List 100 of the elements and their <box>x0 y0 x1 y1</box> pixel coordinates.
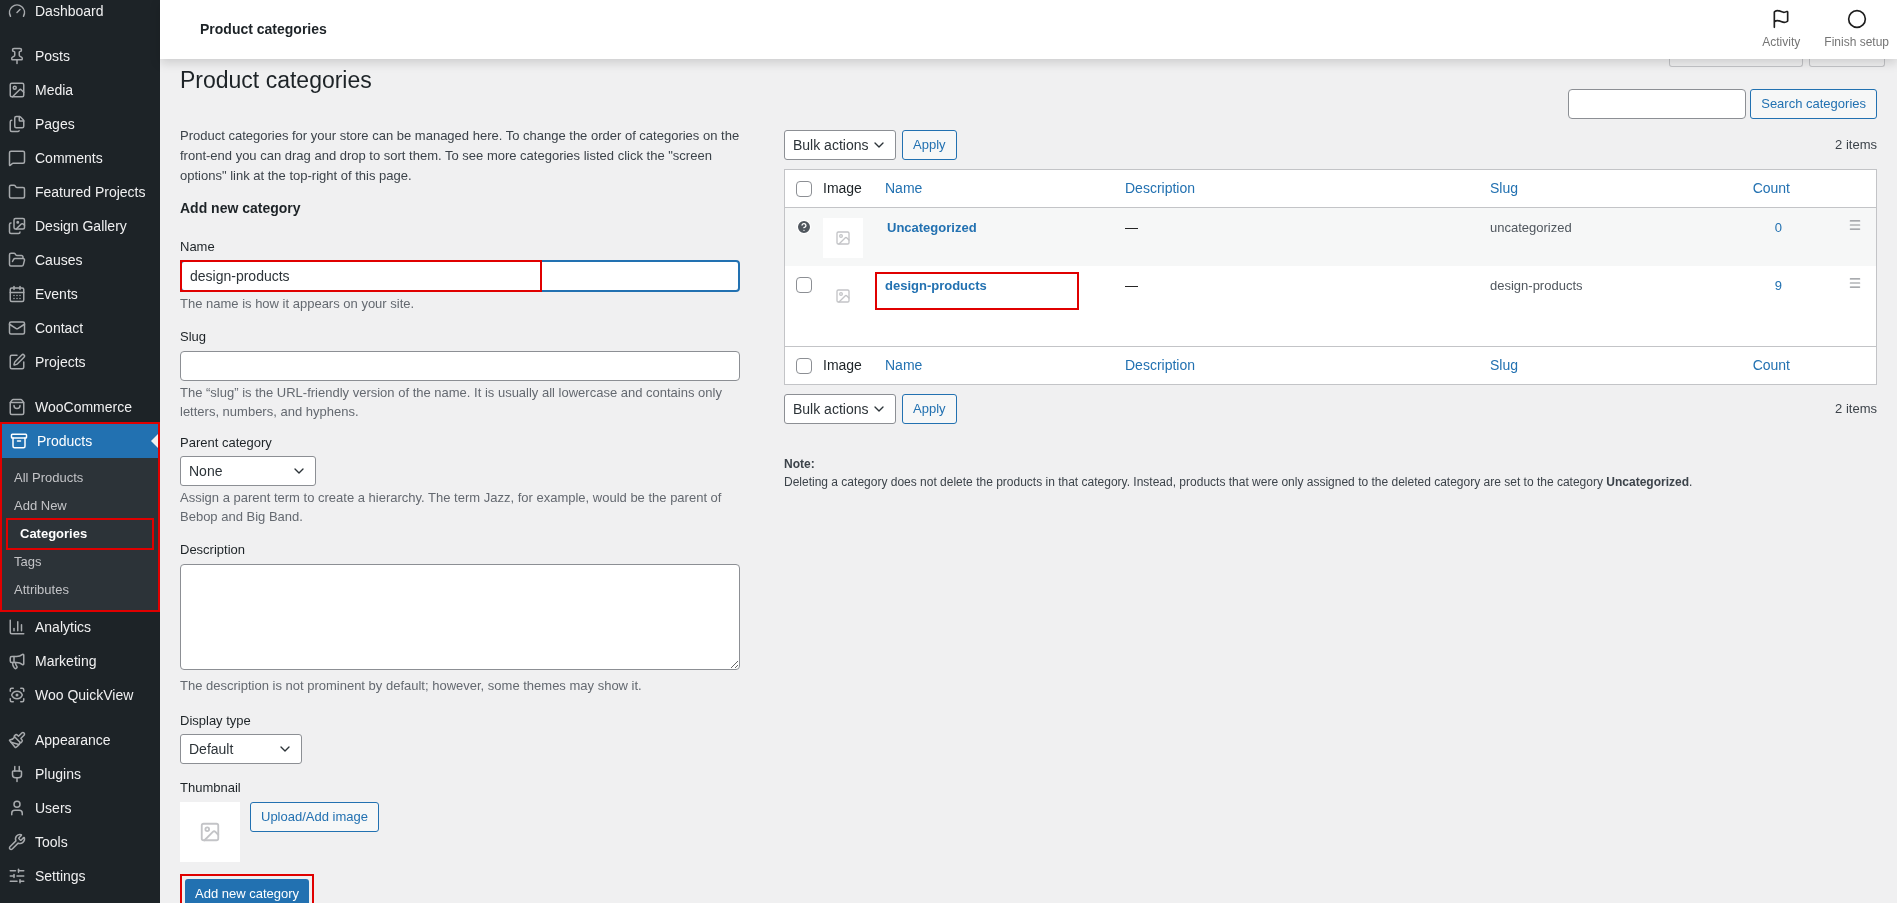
field-label: Slug <box>180 328 208 346</box>
megaphone-icon <box>8 652 26 670</box>
user-icon <box>8 799 26 817</box>
sidebar-item[interactable]: Plugins <box>0 757 160 791</box>
table-cell: — <box>1125 220 1138 235</box>
sidebar-item[interactable]: Woo QuickView <box>0 678 160 712</box>
sidebar-item[interactable]: Contact <box>0 311 160 345</box>
column-header[interactable]: Description <box>1125 180 1196 196</box>
select-all-checkbox[interactable] <box>796 180 812 197</box>
sidebar-item[interactable]: Featured Projects <box>0 175 160 209</box>
sidebar-item[interactable]: Design Gallery <box>0 209 160 243</box>
column-header[interactable]: Slug <box>1490 357 1519 373</box>
pointer-icon <box>151 434 158 448</box>
search-button[interactable]: Search categories <box>1750 89 1877 119</box>
column-header[interactable]: Count <box>1752 355 1790 376</box>
field-hint: The name is how it appears on your site. <box>180 295 416 313</box>
sidebar-item[interactable]: Events <box>0 277 160 311</box>
sidebar-item[interactable]: WooCommerce <box>0 390 160 424</box>
column-header[interactable]: Count <box>1752 178 1790 199</box>
add-category-button[interactable]: Add new category <box>185 878 310 903</box>
screen-tab[interactable] <box>1669 57 1803 67</box>
mail-icon <box>8 319 26 337</box>
archive-icon <box>10 432 28 450</box>
sidebar-item[interactable]: Products <box>2 424 158 458</box>
sidebar-item[interactable]: Settings <box>0 859 160 893</box>
top-bar-action[interactable]: Finish setup <box>1824 8 1889 51</box>
calendar-icon <box>8 285 26 303</box>
description-field[interactable] <box>180 563 740 670</box>
field-label: Name <box>180 237 216 256</box>
select-all-checkbox[interactable] <box>796 357 812 374</box>
screen-tab[interactable] <box>1809 57 1885 67</box>
field-hint: The description is not prominent by default; however, some themes may show it. <box>180 676 643 695</box>
column-header[interactable]: Slug <box>1490 180 1519 196</box>
field-label: Parent category <box>180 433 273 452</box>
sidebar-item[interactable]: Causes <box>0 243 160 277</box>
dropdown[interactable]: Default <box>180 734 302 764</box>
settings-icon <box>8 867 26 885</box>
submenu-item[interactable]: Tags <box>2 548 158 576</box>
column-header[interactable]: Name <box>885 180 923 196</box>
top-bar-action[interactable]: Activity <box>1762 8 1801 51</box>
sidebar-item[interactable]: Users <box>0 791 160 825</box>
item-count: 2 items <box>1835 136 1877 155</box>
sidebar-item[interactable]: Projects <box>0 345 160 379</box>
category-link[interactable]: Uncategorized <box>885 218 977 238</box>
help-icon <box>796 219 812 235</box>
field-label: Display type <box>180 711 252 730</box>
section-heading: Add new category <box>180 198 302 218</box>
dropdown[interactable]: None <box>180 456 316 486</box>
field-hint: The “slug” is the URL-friendly version of the name. It is usually all lowercase and contains only letters, numbers, and hyphens. <box>180 383 723 421</box>
sidebar-item[interactable]: Comments <box>0 141 160 175</box>
submenu-item[interactable]: Categories <box>8 520 152 548</box>
dropdown[interactable]: Bulk actions <box>784 394 896 424</box>
image-icon <box>199 820 221 843</box>
column-header[interactable]: Name <box>885 357 923 373</box>
drag-handle-icon[interactable] <box>1848 276 1862 290</box>
column-header: Image <box>823 180 862 196</box>
slug-field[interactable] <box>180 350 740 381</box>
sidebar-item[interactable]: Analytics <box>0 610 160 644</box>
field-hint: Assign a parent term to create a hierarchy. The term Jazz, for example, would be the parent of Bebop and Big Band. <box>180 489 723 526</box>
sidebar-item[interactable]: Marketing <box>0 644 160 678</box>
note-title: Note: <box>784 456 816 473</box>
column-header: Image <box>823 357 862 373</box>
comment-icon <box>8 149 26 167</box>
apply-button[interactable]: Apply <box>902 130 957 160</box>
sidebar-item[interactable]: Tools <box>0 825 160 859</box>
eye-icon <box>8 686 26 704</box>
upload-image-button[interactable]: Upload/Add image <box>250 801 379 832</box>
note-text: Deleting a category does not delete the products in that category. Instead, products that were only assigned to the deleted category are set to the category Uncategorized. <box>784 474 1694 491</box>
edit-icon <box>8 353 26 371</box>
bag-icon <box>8 398 26 416</box>
sidebar-item[interactable]: Media <box>0 73 160 107</box>
image-icon <box>835 288 851 304</box>
dropdown[interactable]: Bulk actions <box>784 130 896 160</box>
sidebar-item[interactable]: Posts <box>0 39 160 73</box>
sidebar-item[interactable]: Pages <box>0 107 160 141</box>
column-header[interactable]: Description <box>1125 357 1196 373</box>
top-bar-title: Product categories <box>200 20 327 39</box>
submenu-item[interactable]: Attributes <box>2 576 158 604</box>
name-field[interactable]: design-products <box>180 260 740 292</box>
search-field[interactable] <box>1568 89 1747 119</box>
count-link[interactable]: 0 <box>1774 218 1782 238</box>
drag-handle-icon[interactable] <box>1848 218 1862 232</box>
intro-text: Product categories for your store can be managed here. To change the order of categories on the front-end you can drag and drop to sort them. To see more categories listed click the "screen options" link at the top-right of this page. <box>180 126 741 185</box>
wrench-icon <box>8 833 26 851</box>
table-cell: uncategorized <box>1490 220 1572 235</box>
sidebar-item[interactable]: Appearance <box>0 723 160 757</box>
submenu-item[interactable]: All Products <box>2 464 158 492</box>
submenu-item[interactable]: Add New <box>2 492 158 520</box>
field-label: Thumbnail <box>180 779 242 797</box>
category-link[interactable]: design-products <box>875 272 1079 310</box>
pages-icon <box>8 115 26 133</box>
sidebar-item[interactable]: Dashboard <box>0 0 160 28</box>
flag-icon <box>1771 8 1792 29</box>
count-link[interactable]: 9 <box>1774 276 1782 296</box>
field-label: Description <box>180 541 247 559</box>
brush-icon <box>8 731 26 749</box>
row-checkbox[interactable] <box>796 277 812 293</box>
folder-icon <box>8 183 26 201</box>
media-icon <box>8 81 26 99</box>
apply-button[interactable]: Apply <box>902 394 957 424</box>
